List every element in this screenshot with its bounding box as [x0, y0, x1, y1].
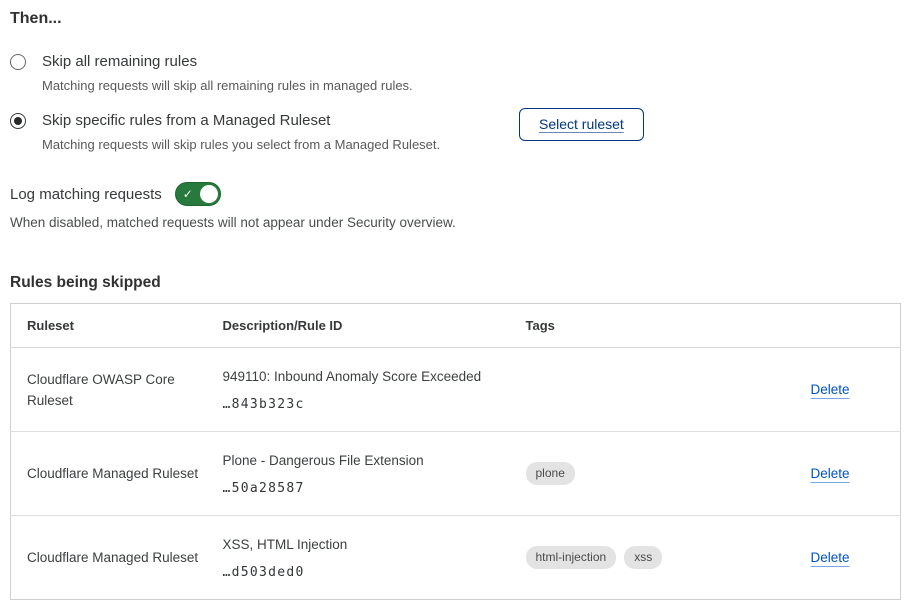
- rule-action-cell: Delete: [795, 432, 901, 516]
- option-skip-specific-rules: Skip specific rules from a Managed Rules…: [10, 111, 901, 153]
- delete-rule-link[interactable]: Delete: [811, 382, 850, 397]
- rule-action-cell: Delete: [795, 348, 901, 432]
- ruleset-name-cell: Cloudflare OWASP Core Ruleset: [11, 348, 207, 432]
- option-label[interactable]: Skip specific rules from a Managed Rules…: [42, 111, 502, 130]
- option-label[interactable]: Skip all remaining rules: [42, 52, 502, 71]
- column-header-ruleset: Ruleset: [11, 304, 207, 348]
- table-row: Cloudflare OWASP Core Ruleset 949110: In…: [11, 348, 901, 432]
- option-description: Matching requests will skip rules you se…: [42, 136, 502, 153]
- log-matching-row: Log matching requests ✓: [10, 182, 901, 206]
- log-matching-toggle[interactable]: ✓: [175, 182, 221, 206]
- ruleset-name-cell: Cloudflare Managed Ruleset: [11, 516, 207, 600]
- rule-description: 949110: Inbound Anomaly Score Exceeded: [223, 368, 502, 386]
- column-header-description: Description/Rule ID: [207, 304, 510, 348]
- rules-skipped-heading: Rules being skipped: [10, 274, 901, 292]
- table-row: Cloudflare Managed Ruleset XSS, HTML Inj…: [11, 516, 901, 600]
- radio-skip-all-remaining[interactable]: [10, 54, 26, 70]
- tag-badge: plone: [526, 462, 575, 485]
- select-ruleset-button[interactable]: Select ruleset: [519, 108, 644, 141]
- ruleset-name-cell: Cloudflare Managed Ruleset: [11, 432, 207, 516]
- rule-description-cell: Plone - Dangerous File Extension …50a285…: [207, 432, 510, 516]
- tag-badge: xss: [624, 546, 662, 569]
- rule-description: XSS, HTML Injection: [223, 536, 502, 554]
- rule-description-cell: 949110: Inbound Anomaly Score Exceeded ……: [207, 348, 510, 432]
- rule-description-cell: XSS, HTML Injection …d503ded0: [207, 516, 510, 600]
- tag-badge: html-injection: [526, 546, 617, 569]
- option-text-block: Skip all remaining rules Matching reques…: [42, 52, 502, 94]
- column-header-action: [795, 304, 901, 348]
- then-heading: Then...: [10, 10, 901, 28]
- column-header-tags: Tags: [510, 304, 795, 348]
- rule-tags-cell: plone: [510, 432, 795, 516]
- toggle-check-icon: ✓: [183, 188, 193, 200]
- rule-description: Plone - Dangerous File Extension: [223, 452, 502, 470]
- rule-id: …843b323c: [223, 397, 502, 412]
- rule-id: …d503ded0: [223, 565, 502, 580]
- log-matching-description: When disabled, matched requests will not…: [10, 215, 901, 230]
- log-matching-label: Log matching requests: [10, 186, 162, 203]
- table-header-row: Ruleset Description/Rule ID Tags: [11, 304, 901, 348]
- option-description: Matching requests will skip all remainin…: [42, 77, 502, 94]
- table-row: Cloudflare Managed Ruleset Plone - Dange…: [11, 432, 901, 516]
- skipped-rules-table: Ruleset Description/Rule ID Tags Cloudfl…: [10, 303, 901, 600]
- delete-rule-link[interactable]: Delete: [811, 550, 850, 565]
- option-skip-all-remaining: Skip all remaining rules Matching reques…: [10, 52, 901, 94]
- toggle-knob: [200, 185, 218, 203]
- rule-id: …50a28587: [223, 481, 502, 496]
- waf-rule-config-panel: Then... Skip all remaining rules Matchin…: [0, 0, 911, 600]
- rule-tags-cell: html-injection xss: [510, 516, 795, 600]
- rule-tags-cell: [510, 348, 795, 432]
- option-text-block: Skip specific rules from a Managed Rules…: [42, 111, 502, 153]
- radio-skip-specific-rules[interactable]: [10, 113, 26, 129]
- delete-rule-link[interactable]: Delete: [811, 466, 850, 481]
- rule-action-cell: Delete: [795, 516, 901, 600]
